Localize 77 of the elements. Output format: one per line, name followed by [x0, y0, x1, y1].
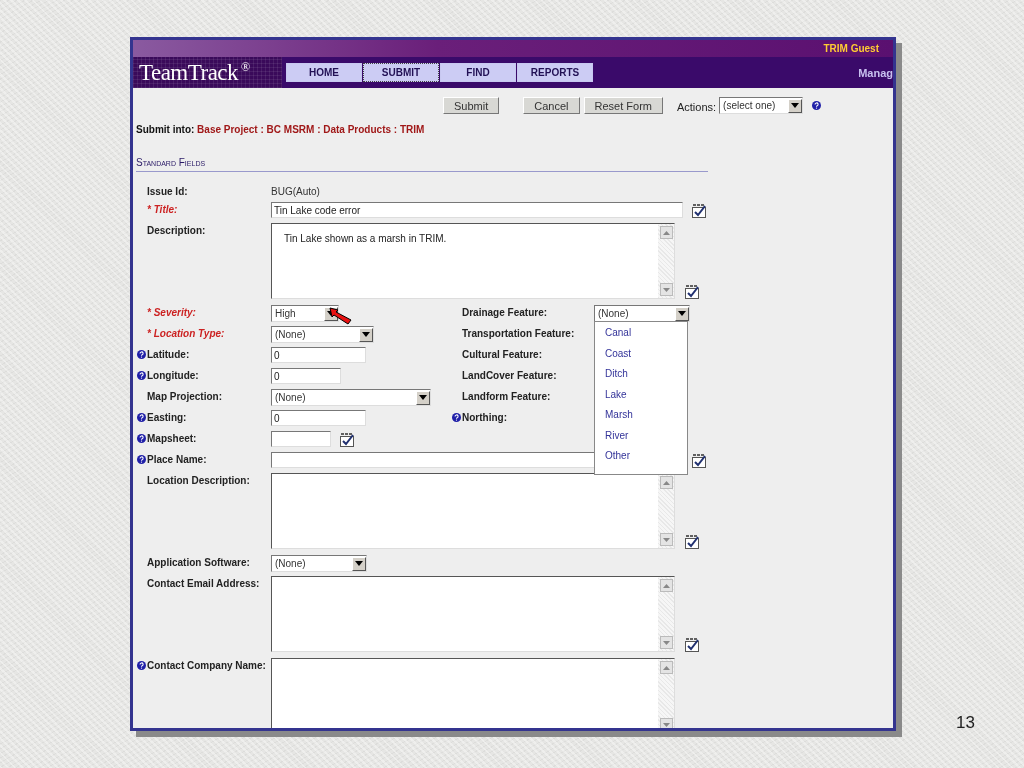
scroll-up-icon[interactable] — [659, 661, 673, 674]
field-label: Easting: — [147, 412, 187, 423]
text-field[interactable]: 0 — [271, 410, 366, 426]
select-field[interactable]: (select one) — [719, 97, 804, 114]
field-label: Mapsheet: — [147, 433, 197, 444]
help-icon[interactable] — [137, 434, 146, 443]
submit-into-text: Submit into: Base Project : BC MSRM : Data Products : TRIM — [135, 123, 426, 137]
field-label: Map Projection: — [147, 391, 222, 402]
actions-label: Actions: — [676, 101, 717, 113]
field-label: Place Name: — [147, 454, 207, 465]
help-icon[interactable] — [137, 350, 146, 359]
text-area[interactable]: Tin Lake shown as a marsh in TRIM. — [271, 223, 675, 299]
text-field[interactable]: 0 — [271, 368, 341, 384]
form-button[interactable]: Cancel — [523, 97, 580, 114]
spellcheck-icon[interactable] — [685, 285, 700, 299]
dropdown-option[interactable]: Lake — [595, 385, 687, 406]
nav-tab[interactable]: SUBMIT — [363, 63, 439, 82]
scroll-up-icon[interactable] — [659, 226, 673, 239]
text-field[interactable]: 0 — [271, 347, 366, 363]
form-button[interactable]: Submit — [443, 97, 500, 114]
nav-tab[interactable]: FIND — [440, 63, 516, 82]
field-label: Issue Id: — [147, 186, 188, 197]
field-label: Northing: — [462, 412, 507, 423]
spellcheck-icon[interactable] — [692, 454, 707, 468]
slide-number: 13 — [956, 713, 975, 733]
field-label: * Location Type: — [147, 328, 225, 339]
scroll-down-icon[interactable] — [659, 636, 673, 649]
scroll-down-icon[interactable] — [659, 533, 673, 546]
help-icon[interactable] — [812, 101, 822, 110]
field-label: Cultural Feature: — [462, 349, 542, 360]
field-label: * Severity: — [147, 307, 196, 318]
field-label: LandCover Feature: — [462, 370, 557, 381]
field-label: Latitude: — [147, 349, 190, 360]
dropdown-option[interactable]: Coast — [595, 344, 687, 365]
field-label: Application Software: — [147, 557, 250, 568]
help-icon[interactable] — [137, 455, 146, 464]
field-label: Drainage Feature: — [462, 307, 548, 318]
field-label: * Title: — [147, 204, 178, 215]
scroll-down-icon[interactable] — [659, 718, 673, 728]
scroll-up-icon[interactable] — [659, 476, 673, 489]
field-label: Contact Company Name: — [147, 660, 266, 671]
select-field[interactable]: (None) — [271, 389, 431, 406]
nav-tab[interactable]: REPORTS — [517, 63, 593, 82]
spellcheck-icon[interactable] — [340, 433, 355, 447]
help-icon[interactable] — [137, 371, 146, 380]
dropdown-option[interactable]: Marsh — [595, 406, 687, 427]
spellcheck-icon[interactable] — [685, 535, 700, 549]
manage-link[interactable]: Manag — [858, 66, 893, 79]
dropdown-option[interactable]: Canal — [595, 324, 687, 345]
help-icon[interactable] — [137, 661, 146, 670]
select-field[interactable]: (None) — [271, 326, 374, 343]
field-label: Location Description: — [147, 475, 250, 486]
dropdown-option[interactable]: Other — [595, 447, 687, 468]
help-icon[interactable] — [137, 413, 146, 422]
select-field[interactable]: High — [271, 305, 339, 322]
scroll-down-icon[interactable] — [659, 283, 673, 296]
field-label: Description: — [147, 225, 206, 236]
text-field[interactable]: Tin Lake code error — [271, 202, 683, 218]
text-field[interactable] — [271, 431, 331, 447]
spellcheck-icon[interactable] — [685, 638, 700, 652]
field-label: Landform Feature: — [462, 391, 551, 402]
user-name: TRIM Guest — [823, 43, 879, 54]
logo: TeamTrack® — [133, 57, 282, 88]
field-value: BUG(Auto) — [271, 185, 320, 197]
field-label: Contact Email Address: — [147, 578, 260, 589]
nav-tab[interactable]: HOME — [286, 63, 362, 82]
dropdown-option[interactable]: River — [595, 426, 687, 447]
text-area-value: Tin Lake shown as a marsh in TRIM. — [283, 232, 448, 246]
spellcheck-icon[interactable] — [692, 204, 707, 218]
dropdown-option[interactable]: Ditch — [595, 365, 687, 386]
field-label: Transportation Feature: — [462, 328, 575, 339]
section-title: Standard Fields — [136, 151, 708, 172]
select-field[interactable]: (None) — [271, 555, 367, 572]
help-icon[interactable] — [452, 413, 461, 422]
field-label: Longitude: — [147, 370, 199, 381]
scroll-up-icon[interactable] — [659, 579, 673, 592]
form-button[interactable]: Reset Form — [583, 97, 663, 114]
